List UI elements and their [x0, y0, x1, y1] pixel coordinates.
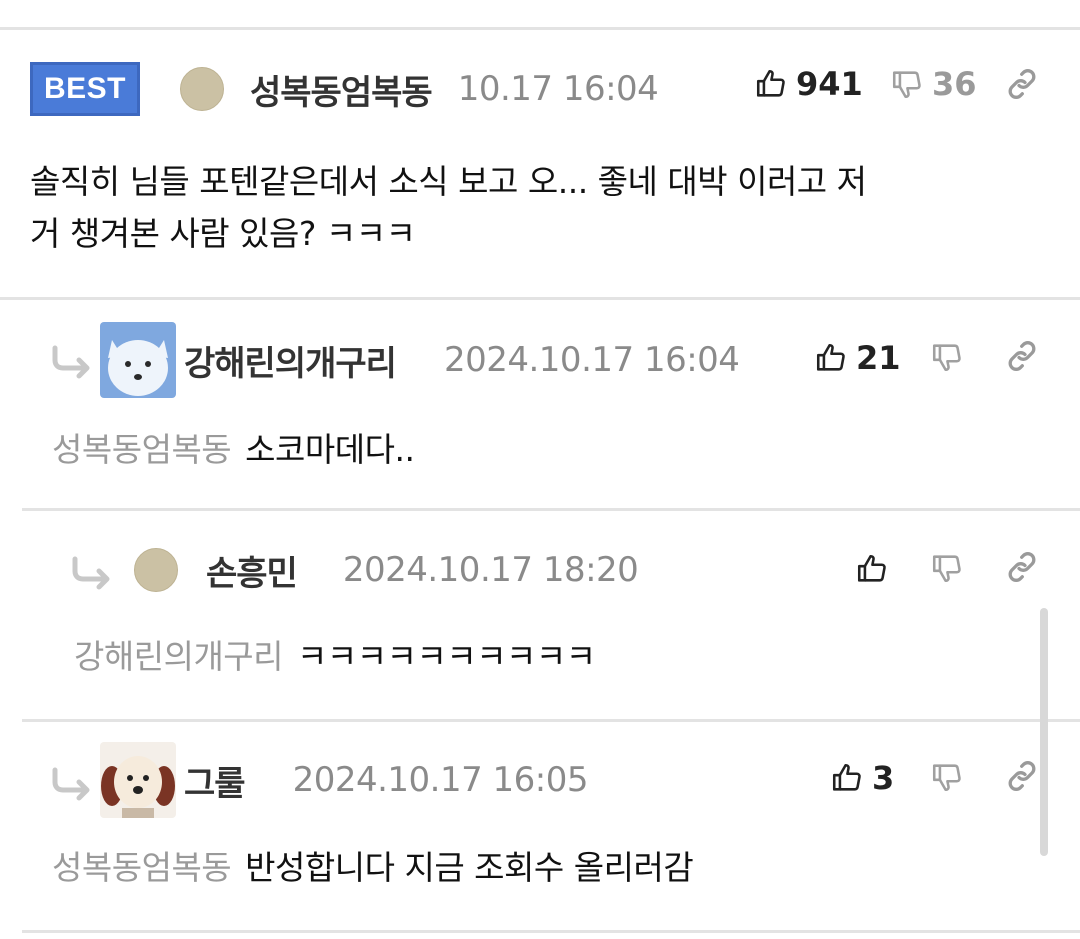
dislike-button[interactable]: 36	[890, 62, 977, 106]
link-icon[interactable]	[1004, 338, 1040, 374]
dislike-count: 36	[932, 65, 977, 103]
thumbs-up-icon	[832, 763, 861, 791]
avatar[interactable]	[134, 548, 178, 592]
reply-comment: 강해린의개구리 2024.10.17 16:04 21 성복동엄복동 소코마데다.…	[0, 300, 1080, 510]
nickname[interactable]: 손흥민	[206, 546, 298, 595]
comment-meta: 성복동엄복동 10.17 16:04	[180, 62, 659, 116]
thumbs-down-icon[interactable]	[930, 760, 964, 794]
comment-text-content: 소코마데다..	[245, 430, 415, 469]
thumbs-up-icon	[756, 69, 785, 97]
reply-comment: 손흥민 2024.10.17 18:20 강해린의개구리 ㅋㅋㅋㅋㅋㅋㅋㅋㅋㅋ	[0, 511, 1080, 721]
comment-text: 성복동엄복동 반성합니다 지금 조회수 올리러감	[52, 842, 694, 894]
comment-date: 2024.10.17 18:20	[342, 550, 639, 590]
like-count: 941	[796, 65, 863, 103]
comment-text-line: 거 챙겨본 사람 있음? ㅋㅋㅋ	[30, 214, 416, 253]
puppy-avatar-image	[100, 742, 176, 818]
thumbs-up-icon	[857, 554, 886, 582]
dog-avatar-image	[100, 322, 176, 398]
scrollbar[interactable]	[1040, 608, 1048, 856]
like-button[interactable]: 3	[830, 756, 894, 800]
comment-meta: 그룰 2024.10.17 16:05	[100, 742, 589, 818]
link-icon[interactable]	[1004, 66, 1040, 102]
comment-meta: 손흥민 2024.10.17 18:20	[134, 545, 639, 595]
like-count: 21	[856, 339, 901, 377]
like-count: 3	[872, 759, 895, 797]
thumbs-down-icon	[892, 71, 921, 99]
comment-text-content: 반성합니다 지금 조회수 올리러감	[245, 848, 694, 887]
comment-text-content: ㅋㅋㅋㅋㅋㅋㅋㅋㅋㅋ	[297, 637, 596, 676]
like-button[interactable]	[855, 547, 897, 591]
reply-arrow-icon	[52, 345, 90, 379]
reply-arrow-icon	[52, 767, 90, 801]
nickname[interactable]: 성복동엄복동	[250, 65, 433, 114]
mention-tag[interactable]: 성복동엄복동	[52, 848, 232, 887]
comment-text: 솔직히 님들 포텐같은데서 소식 보고 오... 좋네 대박 이러고 저 거 챙…	[30, 156, 1060, 260]
link-icon[interactable]	[1004, 758, 1040, 794]
nickname[interactable]: 그룰	[184, 756, 246, 805]
nickname[interactable]: 강해린의개구리	[184, 336, 397, 385]
thumbs-down-icon[interactable]	[930, 551, 964, 585]
comment-date: 2024.10.17 16:04	[443, 340, 740, 380]
reply-comment: 그룰 2024.10.17 16:05 3 성복동엄복동 반성합니다 지금 조회수…	[0, 722, 1080, 932]
comment-text: 강해린의개구리 ㅋㅋㅋㅋㅋㅋㅋㅋㅋㅋ	[74, 631, 596, 683]
mention-tag[interactable]: 강해린의개구리	[74, 637, 284, 676]
comment-meta: 강해린의개구리 2024.10.17 16:04	[100, 322, 740, 398]
link-icon[interactable]	[1004, 549, 1040, 585]
avatar[interactable]	[180, 67, 224, 111]
avatar[interactable]	[100, 742, 176, 818]
thumbs-up-icon	[816, 343, 845, 371]
best-badge: BEST	[30, 62, 140, 116]
comment-text: 성복동엄복동 소코마데다..	[52, 424, 415, 476]
like-button[interactable]: 21	[814, 336, 901, 380]
comment-date: 2024.10.17 16:05	[292, 760, 589, 800]
reply-arrow-icon	[72, 556, 110, 590]
avatar[interactable]	[100, 322, 176, 398]
mention-tag[interactable]: 성복동엄복동	[52, 430, 232, 469]
thumbs-down-icon[interactable]	[930, 340, 964, 374]
best-comment: BEST 성복동엄복동 10.17 16:04 941 36 솔직히 님들 포텐…	[0, 0, 1080, 300]
comment-date: 10.17 16:04	[457, 69, 659, 109]
like-button[interactable]: 941	[754, 62, 863, 106]
divider	[22, 930, 1080, 933]
comment-text-line: 솔직히 님들 포텐같은데서 소식 보고 오... 좋네 대박 이러고 저	[30, 162, 867, 201]
